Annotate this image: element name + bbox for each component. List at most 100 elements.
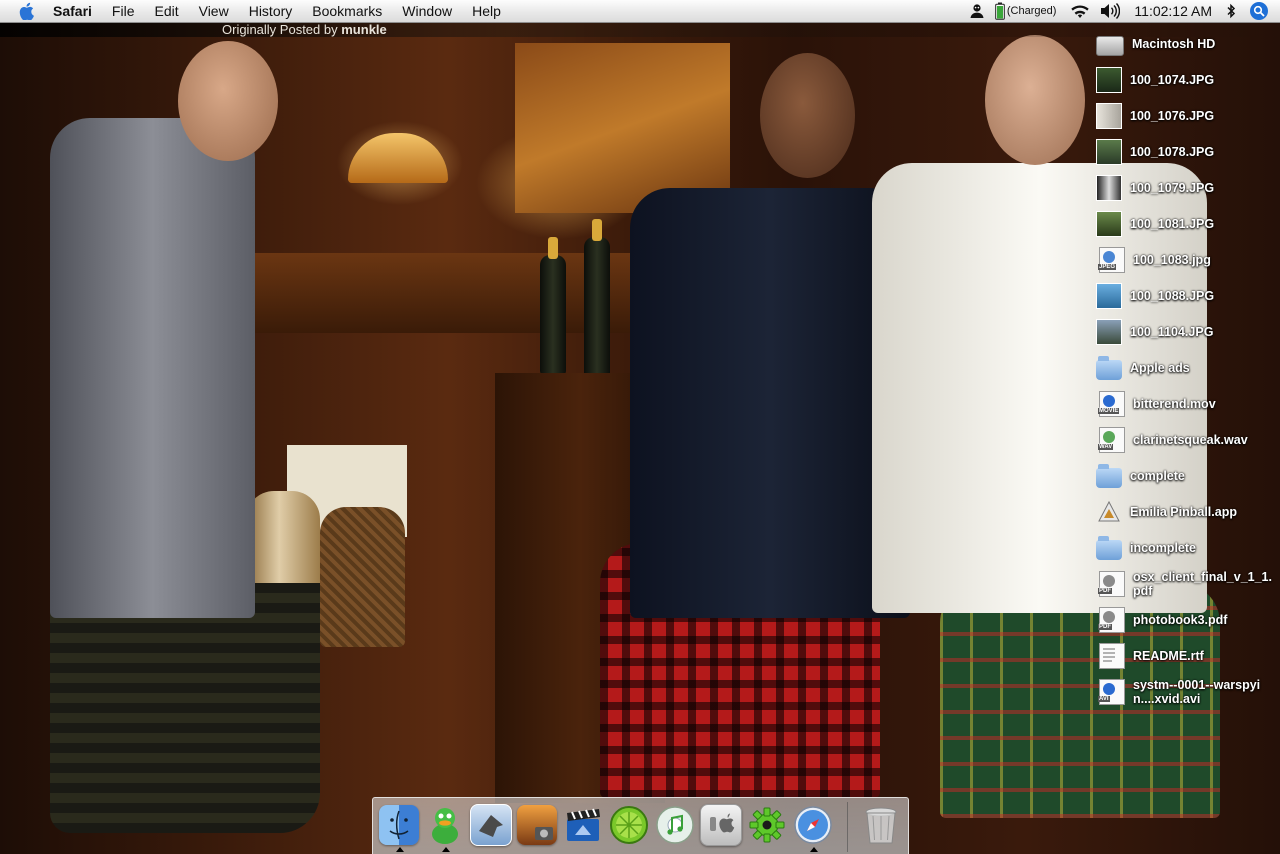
desktop-item-file[interactable]: 100_1104.JPG (1096, 315, 1280, 349)
photo-thumbnail-icon (1096, 103, 1122, 129)
desktop-item-label: bitterend.mov (1133, 397, 1216, 411)
desktop-item-label: README.rtf (1133, 649, 1204, 663)
desktop-item-file[interactable]: JPEG 100_1083.jpg (1096, 243, 1280, 277)
desktop-item-file[interactable]: 100_1078.JPG (1096, 135, 1280, 169)
desktop-item-file[interactable]: 100_1088.JPG (1096, 279, 1280, 313)
menu-file[interactable]: File (112, 3, 135, 19)
desktop-item-file[interactable]: PDF osx_client_final_v_1_1.pdf (1096, 567, 1280, 601)
quicktime-movie-icon: MOVIE (1098, 391, 1125, 417)
menubar-clock[interactable]: 11:02:12 AM (1134, 3, 1212, 19)
desktop-item-folder[interactable]: Apple ads (1096, 351, 1280, 385)
menu-view[interactable]: View (199, 3, 229, 19)
user-account-icon[interactable] (969, 3, 985, 19)
imovie-icon[interactable] (561, 802, 605, 848)
photo-thumbnail-icon (1096, 139, 1122, 165)
running-indicator (810, 847, 818, 852)
avi-video-icon: AVI (1098, 679, 1125, 705)
desktop-item-label: clarinetsqueak.wav (1133, 433, 1248, 447)
desktop-item-file[interactable]: 100_1079.JPG (1096, 171, 1280, 205)
desktop-item-macintosh-hd[interactable]: Macintosh HD (1096, 27, 1280, 61)
desktop-item-label: Apple ads (1130, 361, 1190, 375)
adium-icon[interactable] (423, 802, 467, 852)
iphoto-icon[interactable] (515, 802, 559, 848)
wallpaper-caption-strip: Originally Posted by munkle (0, 23, 1280, 37)
menu-edit[interactable]: Edit (154, 3, 178, 19)
menu-window[interactable]: Window (402, 3, 452, 19)
desktop-item-file[interactable]: MOVIE bitterend.mov (1096, 387, 1280, 421)
running-indicator (442, 847, 450, 852)
desktop-item-label: Emilia Pinball.app (1130, 505, 1237, 519)
desktop-item-label: 100_1078.JPG (1130, 145, 1215, 159)
desktop-item-app[interactable]: Emilia Pinball.app (1096, 495, 1280, 529)
wallpaper-person-middle-shirt (630, 188, 910, 618)
wallpaper-person-middle-head (760, 53, 855, 178)
application-icon (1096, 499, 1122, 525)
volume-icon[interactable] (1100, 3, 1121, 19)
harddisk-icon (1096, 36, 1124, 56)
desktop-item-label: 100_1083.jpg (1133, 253, 1211, 267)
folder-icon (1096, 356, 1122, 380)
wallpaper-person-left-head (178, 41, 278, 161)
desktop-item-label: osx_client_final_v_1_1.pdf (1133, 570, 1272, 598)
folder-icon (1096, 536, 1122, 560)
dock (372, 797, 909, 854)
caption-author: munkle (341, 23, 387, 37)
wallpaper-bottle (584, 219, 610, 377)
app-menu-safari[interactable]: Safari (53, 3, 92, 19)
wallpaper-basket (320, 507, 405, 647)
desktop-item-label: complete (1130, 469, 1185, 483)
desktop-item-label: Macintosh HD (1132, 37, 1216, 51)
battery-status: (Charged) (1006, 5, 1057, 17)
desktop-item-label: systm--0001--warspyin....xvid.avi (1133, 678, 1261, 706)
folder-icon (1096, 464, 1122, 488)
safari-icon[interactable] (791, 802, 835, 852)
battery-icon[interactable] (995, 2, 1005, 20)
menu-bookmarks[interactable]: Bookmarks (312, 3, 382, 19)
desktop-item-folder[interactable]: complete (1096, 459, 1280, 493)
menu-bar: Safari File Edit View History Bookmarks … (0, 0, 1280, 23)
desktop-item-file[interactable]: WAV clarinetsqueak.wav (1096, 423, 1280, 457)
spotlight-icon[interactable] (1250, 2, 1268, 20)
photo-thumbnail-icon (1096, 211, 1122, 237)
menu-history[interactable]: History (249, 3, 293, 19)
desktop-item-file[interactable]: 100_1074.JPG (1096, 63, 1280, 97)
limewire-icon[interactable] (607, 802, 651, 848)
wallpaper-person-left-kilt (50, 583, 320, 833)
wallpaper-lamp (348, 133, 448, 183)
desktop-item-file[interactable]: PDF photobook3.pdf (1096, 603, 1280, 637)
dock-separator (847, 802, 848, 852)
gear-app-icon[interactable] (745, 802, 789, 848)
finder-icon[interactable] (377, 802, 421, 852)
bluetooth-icon[interactable] (1226, 3, 1236, 19)
wallpaper-person-right-head (985, 35, 1085, 165)
wallpaper-caption: Originally Posted by munkle (222, 23, 387, 37)
desktop-item-file[interactable]: 100_1076.JPG (1096, 99, 1280, 133)
wallpaper-bottle (540, 237, 566, 375)
apple-icon[interactable] (15, 2, 37, 20)
desktop-item-file[interactable]: 100_1081.JPG (1096, 207, 1280, 241)
desktop-item-folder[interactable]: incomplete (1096, 531, 1280, 565)
photo-thumbnail-icon (1096, 67, 1122, 93)
system-preferences-icon[interactable] (699, 802, 743, 848)
photo-thumbnail-icon (1096, 283, 1122, 309)
desktop-item-label: 100_1081.JPG (1130, 217, 1215, 231)
desktop-item-label: 100_1074.JPG (1130, 73, 1215, 87)
wallpaper-person-left-shirt (50, 118, 255, 618)
wifi-icon[interactable] (1070, 4, 1090, 19)
photo-thumbnail-icon (1096, 319, 1122, 345)
desktop-item-file[interactable]: README.rtf (1096, 639, 1280, 673)
desktop-item-label: 100_1079.JPG (1130, 181, 1215, 195)
desktop-item-label: photobook3.pdf (1133, 613, 1228, 627)
desktop[interactable]: Originally Posted by munkle Macintosh HD… (0, 23, 1280, 854)
menu-help[interactable]: Help (472, 3, 501, 19)
trash-icon[interactable] (859, 802, 903, 848)
desktop-item-label: 100_1104.JPG (1130, 325, 1214, 339)
desktop-item-label: 100_1088.JPG (1130, 289, 1215, 303)
photo-thumbnail-icon (1096, 175, 1122, 201)
itunes-icon[interactable] (653, 802, 697, 848)
menu-extras: (Charged) 11:02:12 AM (969, 0, 1280, 22)
mail-icon[interactable] (469, 802, 513, 848)
rich-text-document-icon (1099, 643, 1125, 669)
desktop-item-file[interactable]: AVI systm--0001--warspyin....xvid.avi (1096, 675, 1280, 709)
caption-prefix: Originally Posted by (222, 23, 338, 37)
